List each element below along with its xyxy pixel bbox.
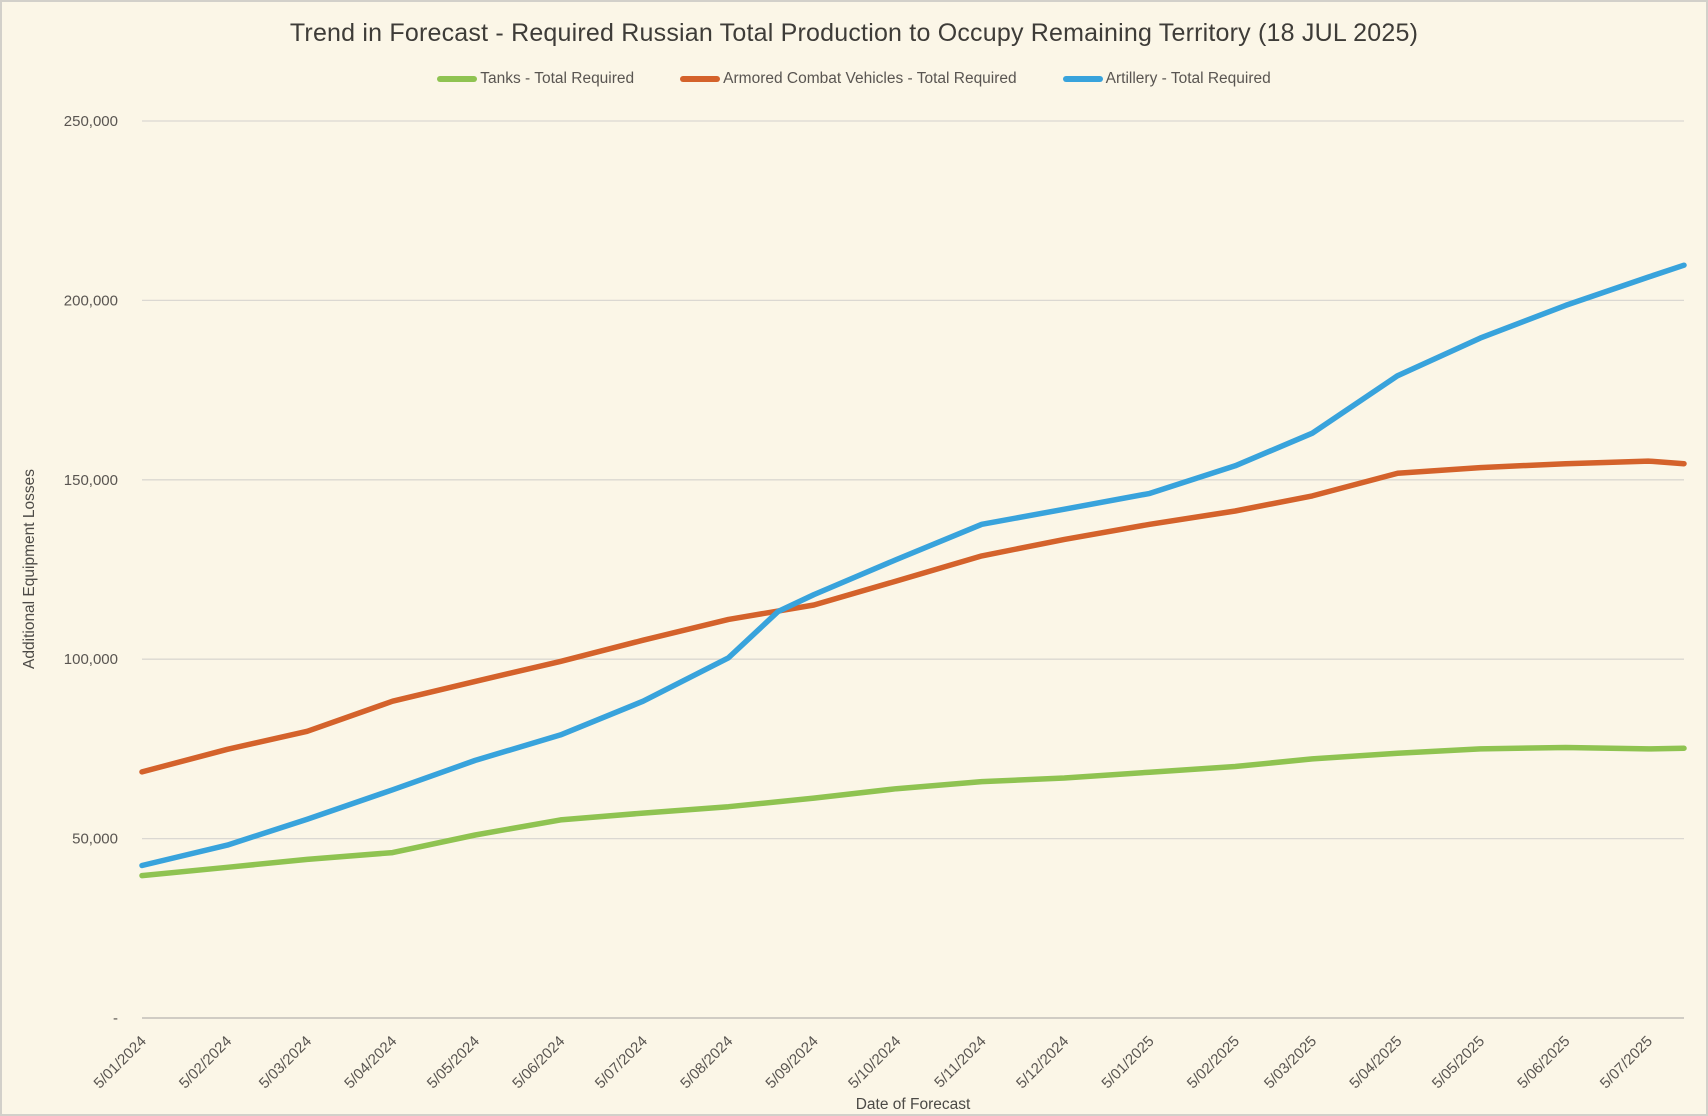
x-axis-title: Date of Forecast	[856, 1096, 971, 1114]
x-tick-label: 5/06/2025	[1514, 1033, 1573, 1092]
series-line-armored	[142, 461, 1684, 772]
x-tick-label: 5/03/2025	[1261, 1033, 1320, 1092]
x-tick-label: 5/01/2024	[91, 1033, 150, 1092]
y-tick-label: 200,000	[64, 292, 118, 309]
x-tick-label: 5/07/2024	[592, 1033, 651, 1092]
x-tick-label: 5/06/2024	[509, 1033, 568, 1092]
x-tick-label: 5/02/2025	[1184, 1033, 1243, 1092]
x-tick-label: 5/04/2024	[341, 1033, 400, 1092]
chart-frame: Trend in Forecast - Required Russian Tot…	[0, 0, 1708, 1116]
x-tick-label: 5/11/2024	[931, 1033, 989, 1091]
y-tick-label: 150,000	[64, 472, 118, 489]
series-line-artillery	[142, 265, 1684, 865]
y-tick-label: 50,000	[72, 831, 118, 848]
y-tick-label: 250,000	[64, 113, 118, 130]
y-tick-label: -	[113, 1010, 118, 1027]
x-tick-label: 5/03/2024	[256, 1033, 315, 1092]
x-tick-label: 5/09/2024	[762, 1033, 821, 1092]
x-tick-label: 5/04/2025	[1346, 1033, 1405, 1092]
series-line-tanks	[142, 748, 1684, 876]
x-tick-label: 5/02/2024	[176, 1033, 235, 1092]
x-tick-label: 5/10/2024	[845, 1033, 904, 1092]
line-chart-plot-area: - 50,000 100,000 150,000 200,000 250,000 5/01/…	[2, 2, 1708, 1116]
x-tick-label: 5/07/2025	[1597, 1033, 1656, 1092]
x-tick-label: 5/01/2025	[1098, 1033, 1157, 1092]
x-tick-label: 5/08/2024	[677, 1033, 736, 1092]
x-tick-label: 5/05/2025	[1429, 1033, 1488, 1092]
x-tick-label: 5/12/2024	[1013, 1033, 1072, 1092]
x-tick-label: 5/05/2024	[424, 1033, 483, 1092]
y-tick-label: 100,000	[64, 651, 118, 668]
